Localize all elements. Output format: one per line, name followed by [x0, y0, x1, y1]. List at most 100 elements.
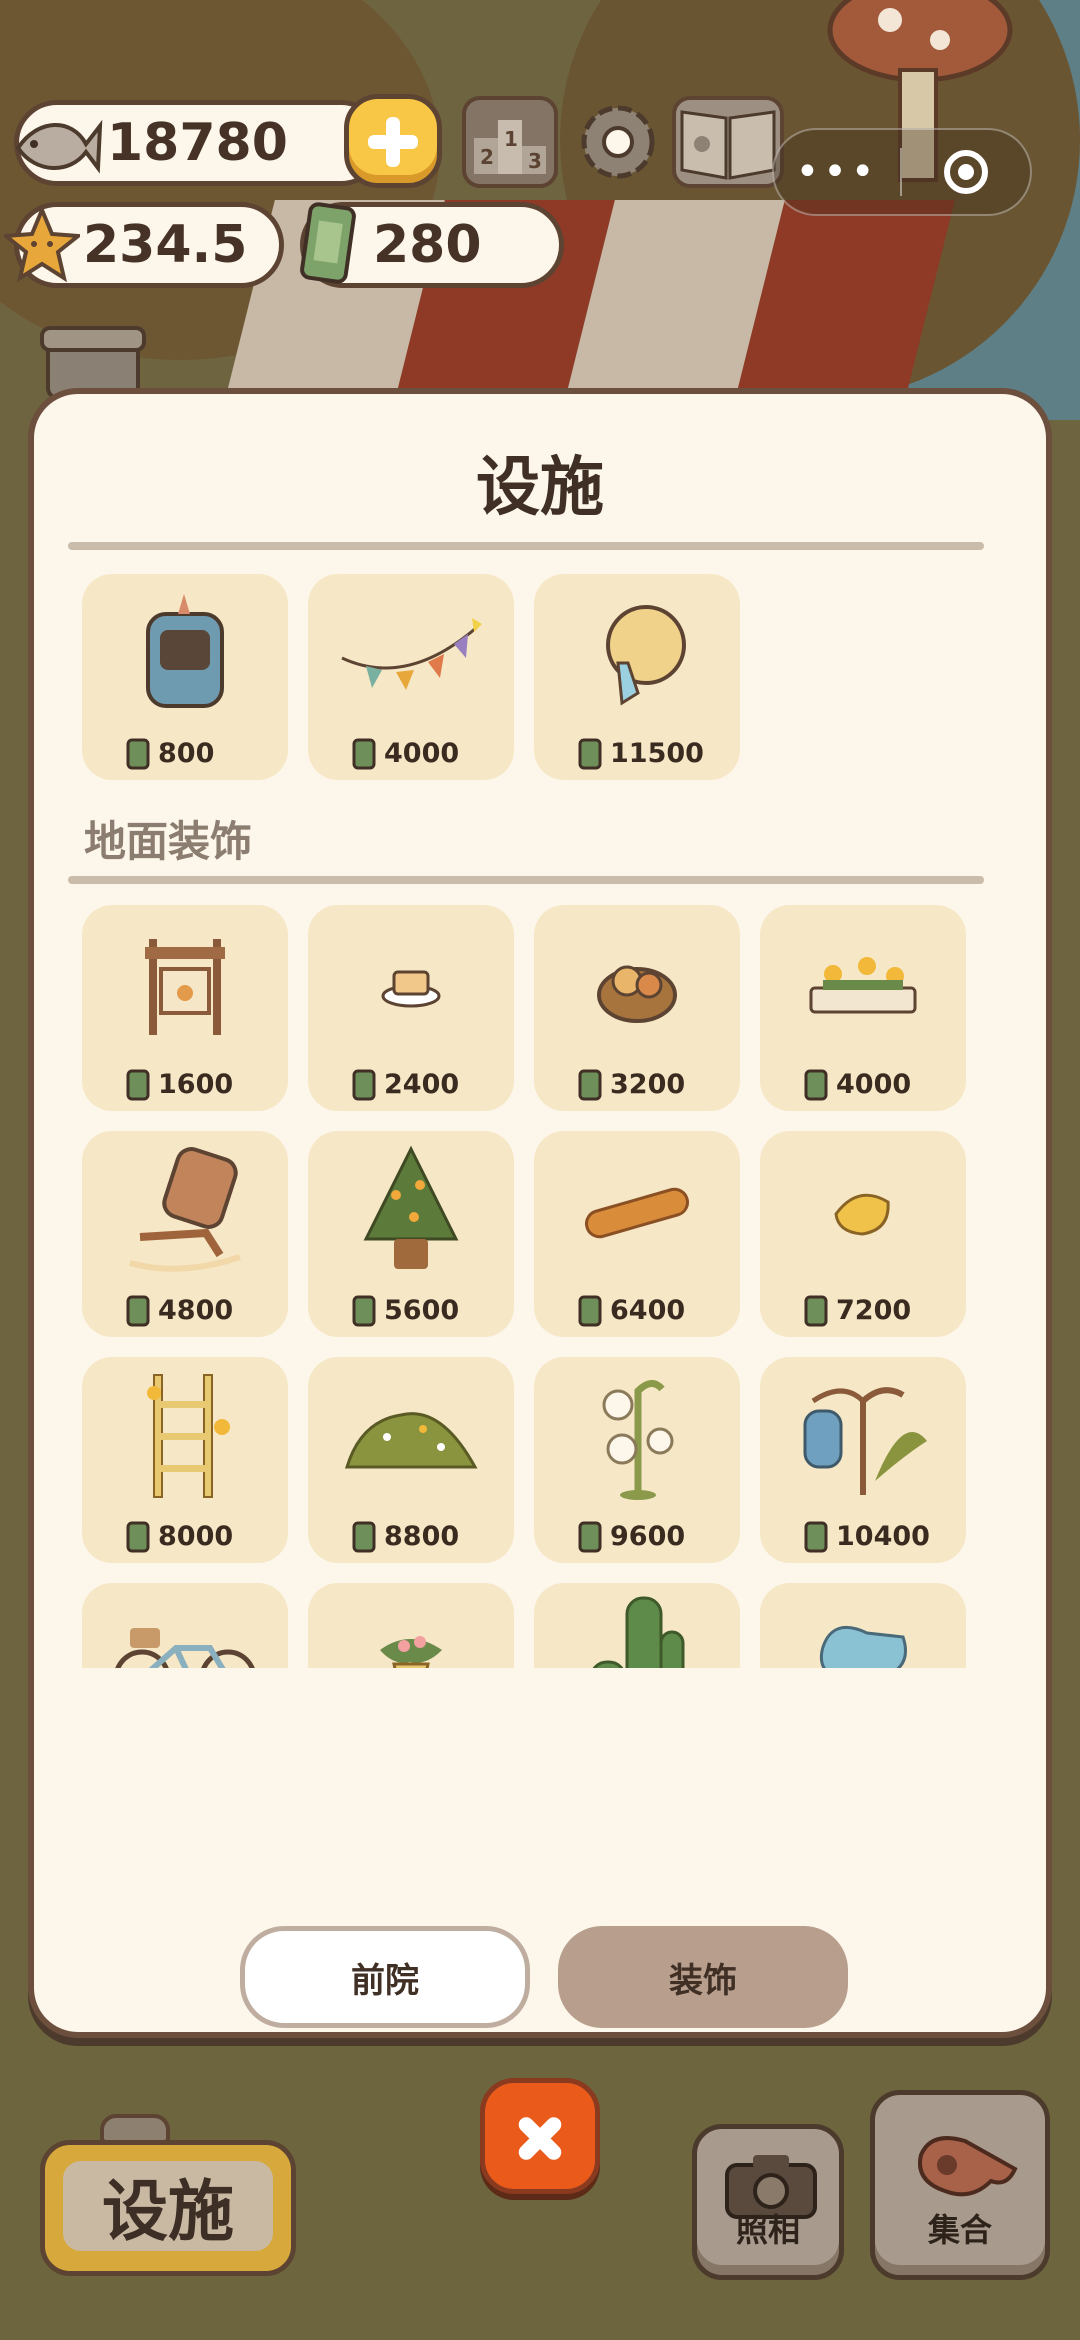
price-tag: 9600 — [576, 1519, 685, 1553]
croissant-icon — [760, 1145, 966, 1275]
ticket-icon — [352, 738, 376, 770]
settings-button[interactable] — [570, 96, 666, 188]
item-tile-flower-ladder[interactable]: 8000 — [82, 1357, 288, 1563]
ticket-icon — [352, 1521, 376, 1553]
item-tile-paw-signboard[interactable]: 1600 — [82, 905, 288, 1111]
miniprogram-capsule: ••• — [772, 128, 1032, 216]
flower-bush-icon — [308, 1371, 514, 1501]
ticket-icon — [352, 1295, 376, 1327]
tab-decoration[interactable]: 装饰 — [558, 1926, 848, 2028]
cat-sign-board-icon — [82, 588, 288, 718]
svg-text:2: 2 — [480, 145, 494, 169]
price-tag: 11500 — [576, 736, 704, 770]
facility-panel: 设施 800 4000 11500 1600 2400 3200 4000 48… — [28, 388, 1052, 2038]
svg-text:1: 1 — [504, 127, 518, 151]
podium-icon: 2 1 3 — [474, 120, 546, 174]
item-price: 3200 — [610, 1068, 686, 1100]
item-price: 7200 — [836, 1294, 912, 1326]
item-price: 4000 — [384, 737, 460, 769]
ticket-icon — [578, 1521, 602, 1553]
straw-hat-icon — [534, 588, 740, 718]
star-icon — [4, 206, 80, 282]
item-tile-baguette[interactable]: 6400 — [534, 1131, 740, 1337]
photo-button-label: 照相 — [735, 2211, 800, 2249]
cactus-icon — [534, 1596, 740, 1668]
close-panel-button[interactable] — [480, 2078, 600, 2194]
flower-planter-icon — [760, 919, 966, 1049]
svg-text:3: 3 — [528, 149, 542, 173]
item-price: 6400 — [610, 1294, 686, 1326]
price-tag: 4000 — [350, 736, 459, 770]
item-tile-party-bunting[interactable]: 4000 — [308, 574, 514, 780]
facility-button-label: 设施 — [102, 2173, 234, 2250]
item-price: 11500 — [610, 737, 704, 769]
add-fish-button[interactable] — [344, 94, 442, 188]
price-tag: 10400 — [802, 1519, 930, 1553]
item-tile-bread-basket[interactable]: 3200 — [534, 905, 740, 1111]
price-tag: 8800 — [350, 1519, 459, 1553]
item-tile-hanging-basket-tree[interactable]: 10400 — [760, 1357, 966, 1563]
item-price: 2400 — [384, 1068, 460, 1100]
price-tag: 6400 — [576, 1293, 685, 1327]
item-tile-cactus[interactable]: 12800 — [534, 1583, 740, 1668]
item-tile-potted-flower[interactable]: 12000 — [308, 1583, 514, 1668]
item-tile-rocking-chair[interactable]: 4800 — [82, 1131, 288, 1337]
ticket-icon — [578, 1069, 602, 1101]
leaderboard-button[interactable]: 2 1 3 — [462, 96, 558, 188]
section-divider — [68, 876, 984, 884]
more-menu-icon[interactable]: ••• — [774, 149, 900, 195]
photo-button[interactable]: 照相 — [692, 2124, 844, 2280]
facility-sign-face: 设施 — [63, 2161, 273, 2251]
item-price: 10400 — [836, 1520, 930, 1552]
tab-front-yard[interactable]: 前院 — [240, 1926, 530, 2028]
item-tile-orange-tree[interactable]: 5600 — [308, 1131, 514, 1337]
item-tile-flower-planter[interactable]: 4000 — [760, 905, 966, 1111]
gather-button[interactable]: 集合 — [870, 2090, 1050, 2280]
ticket-icon — [352, 1069, 376, 1101]
baguette-icon — [534, 1145, 740, 1275]
price-tag: 4000 — [802, 1067, 911, 1101]
item-tile-flower-lamp[interactable]: 9600 — [534, 1357, 740, 1563]
price-tag: 4800 — [124, 1293, 233, 1327]
bread-basket-icon — [534, 919, 740, 1049]
item-price: 8800 — [384, 1520, 460, 1552]
book-icon — [680, 110, 776, 180]
whistle-icon — [918, 2136, 1018, 2197]
hanging-basket-tree-icon — [760, 1371, 966, 1501]
star-count: 234.5 — [83, 215, 248, 275]
flower-ladder-icon — [82, 1371, 288, 1501]
item-tile-croissant[interactable]: 7200 — [760, 1131, 966, 1337]
item-tile-rocking-horse[interactable]: 13600 — [760, 1583, 966, 1668]
price-tag: 7200 — [802, 1293, 911, 1327]
ticket-icon — [126, 1521, 150, 1553]
fish-icon — [15, 119, 103, 174]
item-tile-straw-hat[interactable]: 11500 — [534, 574, 740, 780]
paw-signboard-icon — [82, 919, 288, 1049]
ticket-count: 280 — [373, 215, 482, 275]
item-tile-cake-slice[interactable]: 2400 — [308, 905, 514, 1111]
rocking-chair-icon — [82, 1145, 288, 1275]
price-tag: 5600 — [350, 1293, 459, 1327]
item-price: 4800 — [158, 1294, 234, 1326]
close-miniprogram-icon[interactable] — [902, 148, 1030, 196]
item-price: 9600 — [610, 1520, 686, 1552]
catbook-button[interactable] — [672, 96, 784, 188]
item-price: 1600 — [158, 1068, 234, 1100]
item-price: 800 — [158, 737, 215, 769]
ticket-icon — [804, 1295, 828, 1327]
bicycle-icon — [82, 1597, 288, 1668]
fish-count: 18780 — [107, 113, 288, 173]
shop-icon[interactable] — [38, 318, 148, 398]
item-tile-flower-bush[interactable]: 8800 — [308, 1357, 514, 1563]
item-tile-cat-sign-board[interactable]: 800 — [82, 574, 288, 780]
facility-button[interactable]: 设施 — [40, 2140, 296, 2276]
item-price: 4000 — [836, 1068, 912, 1100]
gear-icon — [581, 105, 655, 179]
item-grid-scroll[interactable]: 800 4000 11500 1600 2400 3200 4000 4800 … — [34, 574, 1046, 1668]
item-tile-bicycle[interactable]: 11200 — [82, 1583, 288, 1668]
ticket-icon — [804, 1521, 828, 1553]
ticket-icon — [804, 1069, 828, 1101]
panel-title: 设施 — [476, 451, 604, 525]
ticket-icon — [578, 1295, 602, 1327]
flower-lamp-icon — [534, 1371, 740, 1501]
